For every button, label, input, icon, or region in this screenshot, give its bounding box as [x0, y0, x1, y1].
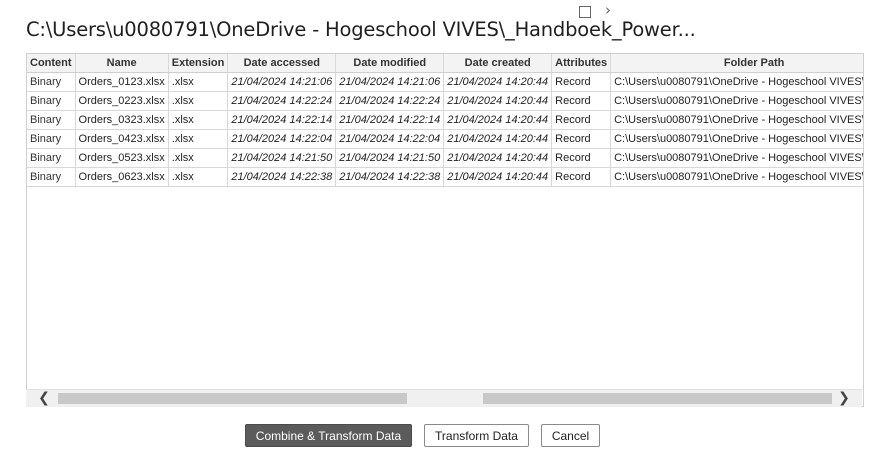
column-header-date-modified[interactable]: Date modified [335, 54, 445, 73]
cell-name: Orders_0223.xlsx [75, 91, 169, 111]
chevron-right-icon[interactable]: ❯ [834, 390, 854, 407]
chevron-left-icon[interactable]: ❮ [34, 390, 54, 407]
cell-extension: .xlsx [168, 129, 229, 149]
cell-date-created: 21/04/2024 14:20:44 [443, 167, 553, 187]
cell-content[interactable]: Binary [27, 148, 76, 168]
cell-date-accessed: 21/04/2024 14:22:14 [227, 110, 337, 130]
dialog-title: C:\Users\u0080791\OneDrive - Hogeschool … [26, 18, 696, 41]
cell-extension: .xlsx [168, 148, 229, 168]
column-header-folder-path[interactable]: Folder Path [610, 54, 863, 73]
table-row: Binary Orders_0223.xlsx .xlsx 21/04/2024… [27, 91, 863, 111]
horizontal-scrollbar[interactable]: ❮ ❯ [26, 389, 862, 407]
cell-name: Orders_0423.xlsx [75, 129, 169, 149]
cell-attributes[interactable]: Record [551, 91, 612, 111]
column-header-extension[interactable]: Extension [168, 54, 229, 73]
cell-date-accessed: 21/04/2024 14:22:38 [227, 167, 337, 187]
column-header-date-created[interactable]: Date created [443, 54, 553, 73]
cell-folder-path: C:\Users\u0080791\OneDrive - Hogeschool … [610, 91, 863, 111]
cell-date-accessed: 21/04/2024 14:21:50 [227, 148, 337, 168]
cell-date-created: 21/04/2024 14:20:44 [443, 72, 553, 92]
cell-name: Orders_0123.xlsx [75, 72, 169, 92]
cell-attributes[interactable]: Record [551, 167, 612, 187]
cell-date-created: 21/04/2024 14:20:44 [443, 148, 553, 168]
cell-date-modified: 21/04/2024 14:22:38 [335, 167, 445, 187]
cell-content[interactable]: Binary [27, 129, 76, 149]
file-preview-grid: Content Name Extension Date accessed Dat… [26, 53, 864, 407]
cancel-button[interactable]: Cancel [541, 424, 600, 447]
cell-date-modified: 21/04/2024 14:22:04 [335, 129, 445, 149]
cell-extension: .xlsx [168, 110, 229, 130]
cell-date-accessed: 21/04/2024 14:22:04 [227, 129, 337, 149]
cell-name: Orders_0323.xlsx [75, 110, 169, 130]
cell-attributes[interactable]: Record [551, 129, 612, 149]
scrollbar-track-segment[interactable] [58, 393, 407, 404]
table-row: Binary Orders_0423.xlsx .xlsx 21/04/2024… [27, 129, 863, 149]
cell-date-modified: 21/04/2024 14:21:50 [335, 148, 445, 168]
transform-data-button[interactable]: Transform Data [424, 424, 529, 447]
cell-content[interactable]: Binary [27, 91, 76, 111]
column-header-name[interactable]: Name [75, 54, 169, 73]
cell-date-accessed: 21/04/2024 14:21:06 [227, 72, 337, 92]
cell-folder-path: C:\Users\u0080791\OneDrive - Hogeschool … [610, 110, 863, 130]
cell-folder-path: C:\Users\u0080791\OneDrive - Hogeschool … [610, 167, 863, 187]
maximize-icon[interactable] [579, 6, 591, 18]
cell-content[interactable]: Binary [27, 167, 76, 187]
scrollbar-thumb[interactable] [483, 393, 832, 404]
cell-date-accessed: 21/04/2024 14:22:24 [227, 91, 337, 111]
cell-date-modified: 21/04/2024 14:22:14 [335, 110, 445, 130]
combine-transform-button[interactable]: Combine & Transform Data [245, 424, 412, 447]
cell-date-created: 21/04/2024 14:20:44 [443, 91, 553, 111]
cell-date-modified: 21/04/2024 14:21:06 [335, 72, 445, 92]
table-row: Binary Orders_0623.xlsx .xlsx 21/04/2024… [27, 167, 863, 187]
cell-folder-path: C:\Users\u0080791\OneDrive - Hogeschool … [610, 72, 863, 92]
cell-date-created: 21/04/2024 14:20:44 [443, 110, 553, 130]
files-table: Content Name Extension Date accessed Dat… [27, 54, 863, 187]
cell-content[interactable]: Binary [27, 110, 76, 130]
column-header-attributes[interactable]: Attributes [551, 54, 612, 73]
cell-name: Orders_0523.xlsx [75, 148, 169, 168]
cell-extension: .xlsx [168, 167, 229, 187]
cell-extension: .xlsx [168, 91, 229, 111]
column-header-date-accessed[interactable]: Date accessed [227, 54, 337, 73]
cell-folder-path: C:\Users\u0080791\OneDrive - Hogeschool … [610, 148, 863, 168]
cell-date-created: 21/04/2024 14:20:44 [443, 129, 553, 149]
cell-attributes[interactable]: Record [551, 72, 612, 92]
cell-extension: .xlsx [168, 72, 229, 92]
chevron-right-icon[interactable]: › [605, 1, 611, 19]
table-row: Binary Orders_0123.xlsx .xlsx 21/04/2024… [27, 72, 863, 92]
column-header-content[interactable]: Content [27, 54, 76, 73]
table-row: Binary Orders_0323.xlsx .xlsx 21/04/2024… [27, 110, 863, 130]
cell-attributes[interactable]: Record [551, 110, 612, 130]
table-header-row: Content Name Extension Date accessed Dat… [27, 54, 863, 73]
cell-attributes[interactable]: Record [551, 148, 612, 168]
cell-folder-path: C:\Users\u0080791\OneDrive - Hogeschool … [610, 129, 863, 149]
cell-name: Orders_0623.xlsx [75, 167, 169, 187]
table-row: Binary Orders_0523.xlsx .xlsx 21/04/2024… [27, 148, 863, 168]
cell-content[interactable]: Binary [27, 72, 76, 92]
cell-date-modified: 21/04/2024 14:22:24 [335, 91, 445, 111]
